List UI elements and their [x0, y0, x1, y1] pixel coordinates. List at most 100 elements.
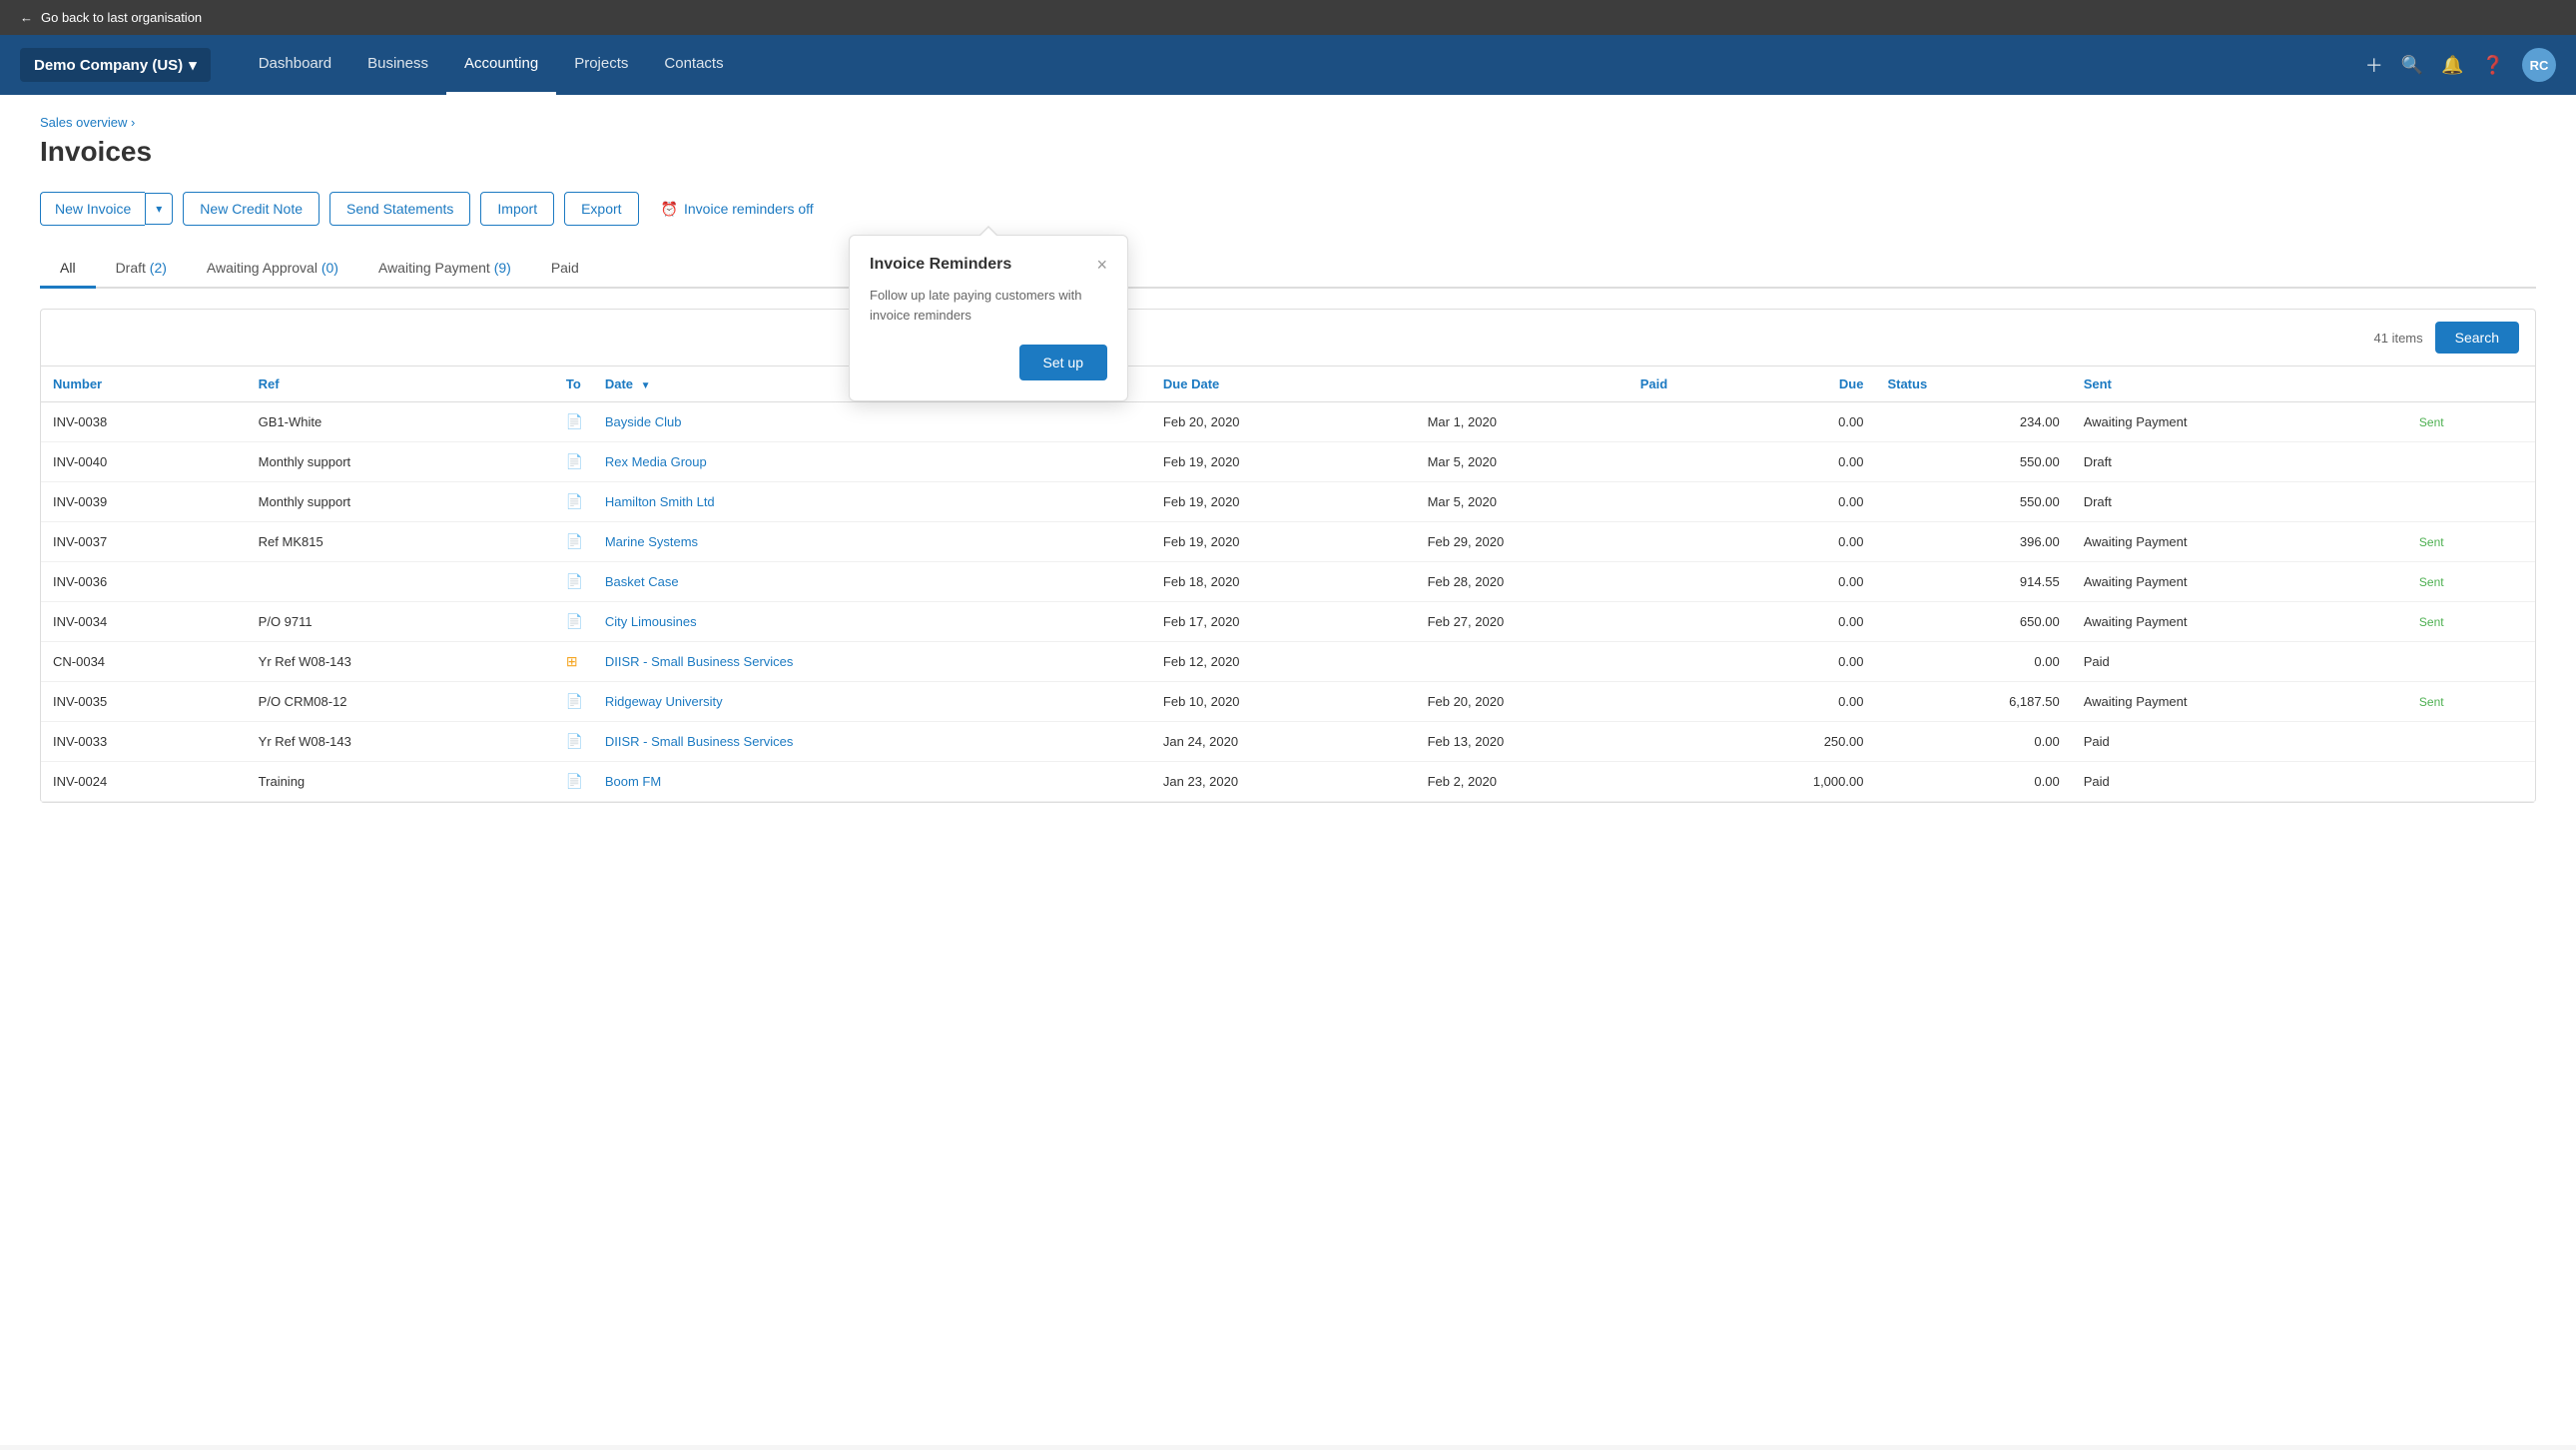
brand-label: Demo Company (US)	[34, 57, 183, 74]
sent-label: Sent	[2419, 415, 2444, 429]
table-row[interactable]: INV-0037 Ref MK815 📄 Marine Systems Feb …	[41, 522, 2535, 562]
cell-number: INV-0024	[41, 762, 247, 802]
cell-date: Feb 20, 2020	[1151, 402, 1416, 442]
new-invoice-dropdown-button[interactable]: ▾	[145, 193, 173, 225]
invoice-reminders-button[interactable]: ⏰ Invoice reminders off	[649, 193, 826, 226]
table-row[interactable]: INV-0034 P/O 9711 📄 City Limousines Feb …	[41, 602, 2535, 642]
cell-due: 234.00	[1875, 402, 2071, 442]
table-row[interactable]: INV-0035 P/O CRM08-12 📄 Ridgeway Univers…	[41, 682, 2535, 722]
invoice-icon: 📄	[566, 613, 583, 629]
cell-doc-icon: 📄	[554, 602, 593, 642]
col-to[interactable]: To	[554, 366, 593, 402]
table-row[interactable]: INV-0040 Monthly support 📄 Rex Media Gro…	[41, 442, 2535, 482]
col-due-date[interactable]: Due Date	[1151, 366, 1416, 402]
cell-paid: 0.00	[1679, 562, 1875, 602]
tab-draft[interactable]: Draft (2)	[96, 250, 187, 289]
cell-to[interactable]: Marine Systems	[593, 522, 1151, 562]
col-due[interactable]: Due	[1679, 366, 1875, 402]
tab-all[interactable]: All	[40, 250, 96, 289]
sent-label: Sent	[2419, 535, 2444, 549]
cell-status: Awaiting Payment	[2072, 522, 2407, 562]
sent-label: Sent	[2419, 575, 2444, 589]
nav-business[interactable]: Business	[349, 35, 446, 95]
new-invoice-button[interactable]: New Invoice	[40, 192, 145, 226]
tab-awaiting-approval[interactable]: Awaiting Approval (0)	[187, 250, 358, 289]
cell-ref: P/O 9711	[247, 602, 554, 642]
cell-sent: Sent	[2407, 682, 2535, 722]
export-button[interactable]: Export	[564, 192, 638, 226]
cell-doc-icon: 📄	[554, 522, 593, 562]
cell-to[interactable]: Bayside Club	[593, 402, 1151, 442]
toolbar: New Invoice ▾ New Credit Note Send State…	[40, 192, 2536, 226]
cell-due: 0.00	[1875, 722, 2071, 762]
go-back-link[interactable]: Go back to last organisation	[41, 10, 202, 25]
cell-to[interactable]: City Limousines	[593, 602, 1151, 642]
nav-dashboard[interactable]: Dashboard	[241, 35, 349, 95]
cell-sent	[2407, 482, 2535, 522]
popover-close-button[interactable]: ×	[1096, 256, 1107, 274]
breadcrumb[interactable]: Sales overview ›	[40, 115, 2536, 130]
cell-number: CN-0034	[41, 642, 247, 682]
table-row[interactable]: INV-0038 GB1-White 📄 Bayside Club Feb 20…	[41, 402, 2535, 442]
cell-to[interactable]: Ridgeway University	[593, 682, 1151, 722]
cell-due-date	[1416, 642, 1680, 682]
col-sent[interactable]: Sent	[2072, 366, 2407, 402]
nav-accounting[interactable]: Accounting	[446, 35, 556, 95]
table-row[interactable]: INV-0033 Yr Ref W08-143 📄 DIISR - Small …	[41, 722, 2535, 762]
cell-number: INV-0034	[41, 602, 247, 642]
tab-awaiting-payment[interactable]: Awaiting Payment (9)	[358, 250, 531, 289]
cell-to[interactable]: DIISR - Small Business Services	[593, 642, 1151, 682]
add-icon[interactable]: ＋	[2365, 52, 2383, 78]
import-button[interactable]: Import	[480, 192, 554, 226]
brand-selector[interactable]: Demo Company (US) ▾	[20, 48, 211, 82]
new-credit-note-button[interactable]: New Credit Note	[183, 192, 320, 226]
invoice-icon: 📄	[566, 493, 583, 509]
popover-header: Invoice Reminders ×	[870, 256, 1107, 274]
invoice-icon: 📄	[566, 413, 583, 429]
cell-due: 0.00	[1875, 762, 2071, 802]
nav-contacts[interactable]: Contacts	[646, 35, 741, 95]
table-row[interactable]: INV-0024 Training 📄 Boom FM Jan 23, 2020…	[41, 762, 2535, 802]
col-ref[interactable]: Ref	[247, 366, 554, 402]
send-statements-button[interactable]: Send Statements	[329, 192, 470, 226]
col-status[interactable]: Status	[1875, 366, 2071, 402]
cell-due-date: Feb 2, 2020	[1416, 762, 1680, 802]
table-row[interactable]: INV-0036 📄 Basket Case Feb 18, 2020 Feb …	[41, 562, 2535, 602]
cell-doc-icon: 📄	[554, 562, 593, 602]
cell-to[interactable]: Rex Media Group	[593, 442, 1151, 482]
nav-projects[interactable]: Projects	[556, 35, 646, 95]
cell-paid: 0.00	[1679, 602, 1875, 642]
cell-status: Paid	[2072, 722, 2407, 762]
cell-sent: Sent	[2407, 522, 2535, 562]
cell-to[interactable]: DIISR - Small Business Services	[593, 722, 1151, 762]
cell-number: INV-0038	[41, 402, 247, 442]
cell-due-date: Feb 27, 2020	[1416, 602, 1680, 642]
search-icon[interactable]: 🔍	[2401, 55, 2423, 76]
cell-sent: Sent	[2407, 562, 2535, 602]
search-button[interactable]: Search	[2435, 322, 2519, 354]
cell-due: 550.00	[1875, 442, 2071, 482]
cell-to[interactable]: Boom FM	[593, 762, 1151, 802]
cell-to[interactable]: Basket Case	[593, 562, 1151, 602]
cell-number: INV-0039	[41, 482, 247, 522]
cell-due: 550.00	[1875, 482, 2071, 522]
col-number[interactable]: Number	[41, 366, 247, 402]
notifications-icon[interactable]: 🔔	[2441, 55, 2463, 76]
col-paid[interactable]: Paid	[1416, 366, 1680, 402]
cell-date: Feb 19, 2020	[1151, 442, 1416, 482]
avatar[interactable]: RC	[2522, 48, 2556, 82]
help-icon[interactable]: ❓	[2482, 55, 2504, 76]
cell-status: Awaiting Payment	[2072, 402, 2407, 442]
cell-status: Draft	[2072, 442, 2407, 482]
cell-due: 396.00	[1875, 522, 2071, 562]
table-row[interactable]: INV-0039 Monthly support 📄 Hamilton Smit…	[41, 482, 2535, 522]
items-count: 41 items	[2374, 331, 2423, 346]
cell-ref: Yr Ref W08-143	[247, 642, 554, 682]
cell-to[interactable]: Hamilton Smith Ltd	[593, 482, 1151, 522]
table-row[interactable]: CN-0034 Yr Ref W08-143 ⊞ DIISR - Small B…	[41, 642, 2535, 682]
tab-paid[interactable]: Paid	[531, 250, 599, 289]
cell-status: Awaiting Payment	[2072, 682, 2407, 722]
popover-setup-button[interactable]: Set up	[1019, 345, 1107, 380]
cell-due: 650.00	[1875, 602, 2071, 642]
cell-ref	[247, 562, 554, 602]
